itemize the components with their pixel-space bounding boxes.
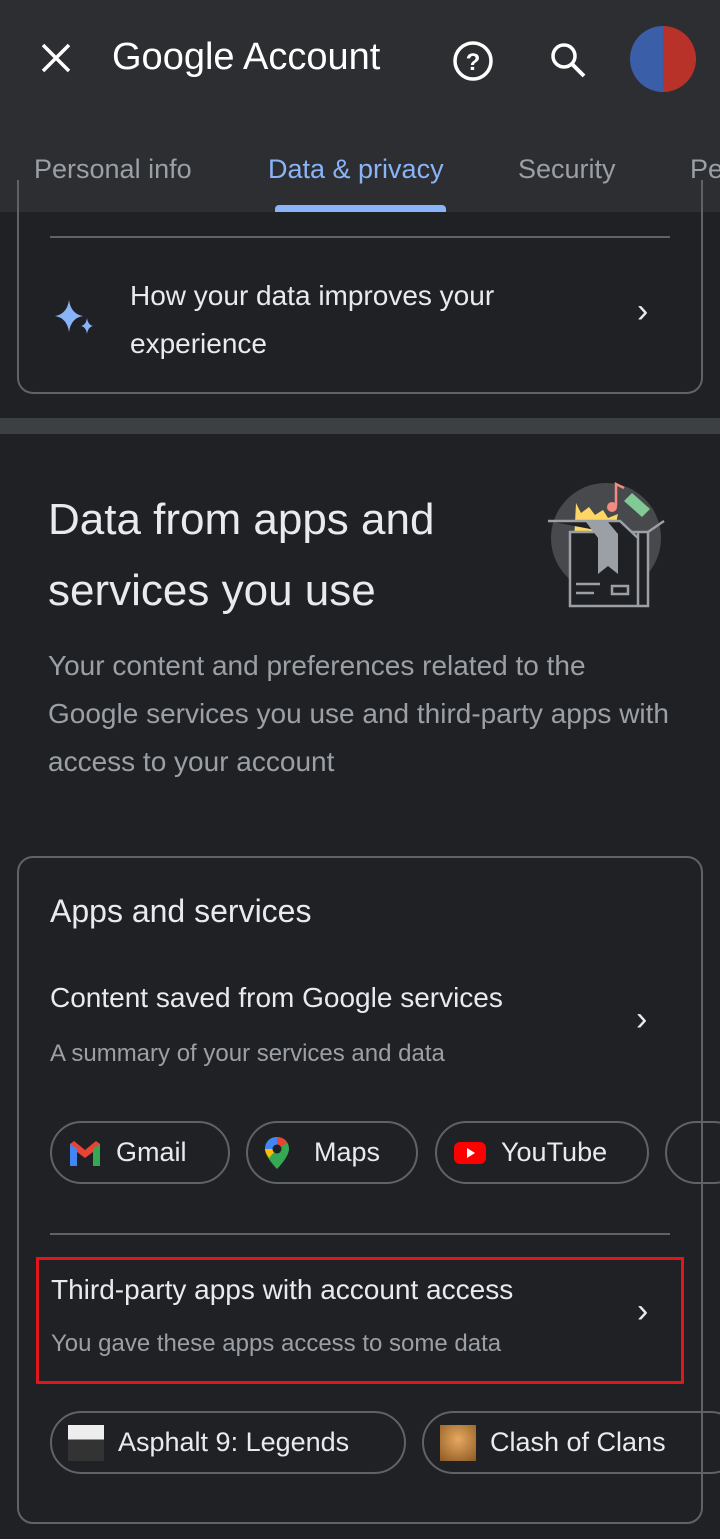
chip-gmail[interactable]: Gmail bbox=[50, 1121, 230, 1184]
chevron-right-icon: › bbox=[636, 1000, 648, 1038]
section-description: Your content and preferences related to … bbox=[48, 650, 669, 777]
youtube-icon bbox=[454, 1141, 486, 1164]
content-saved-item[interactable]: Content saved from Google services A sum… bbox=[36, 970, 684, 1080]
sparkle-icon bbox=[53, 296, 97, 341]
content-saved-subtitle: A summary of your services and data bbox=[50, 1040, 445, 1067]
gmail-icon bbox=[70, 1140, 100, 1166]
third-party-subtitle: You gave these apps access to some data bbox=[51, 1330, 502, 1357]
search-icon[interactable] bbox=[548, 40, 588, 85]
third-party-title: Third-party apps with account access bbox=[51, 1274, 514, 1305]
maps-pin-icon bbox=[265, 1136, 289, 1169]
chip-label: Gmail bbox=[116, 1137, 187, 1167]
avatar[interactable] bbox=[630, 26, 696, 92]
third-party-apps-item[interactable]: Third-party apps with account access You… bbox=[36, 1257, 684, 1384]
chip-label: Clash of Clans bbox=[490, 1427, 666, 1457]
divider bbox=[50, 1233, 670, 1235]
chip-maps[interactable]: Maps bbox=[246, 1121, 418, 1184]
svg-text:?: ? bbox=[466, 49, 481, 76]
help-icon[interactable]: ? bbox=[452, 40, 494, 87]
clash-of-clans-app-icon bbox=[440, 1424, 476, 1461]
section-title: Data from apps and services you use bbox=[48, 495, 435, 615]
item-label: How your data improves your experience bbox=[130, 280, 495, 359]
chip-label: YouTube bbox=[501, 1137, 608, 1167]
chip-youtube[interactable]: YouTube bbox=[435, 1121, 649, 1184]
chip-clash-of-clans[interactable]: Clash of Clans bbox=[422, 1411, 720, 1474]
how-data-improves-item[interactable]: How your data improves your experience › bbox=[19, 260, 701, 370]
chip-more[interactable] bbox=[665, 1121, 720, 1184]
chevron-right-icon: › bbox=[637, 1292, 649, 1330]
asphalt-app-icon bbox=[68, 1424, 104, 1461]
content-saved-title: Content saved from Google services bbox=[50, 982, 503, 1013]
divider bbox=[50, 236, 670, 238]
chip-label: Maps bbox=[314, 1137, 381, 1167]
app-title: Google Account bbox=[112, 36, 381, 78]
chip-asphalt[interactable]: Asphalt 9: Legends bbox=[50, 1411, 406, 1474]
chevron-right-icon: › bbox=[637, 292, 649, 330]
close-icon[interactable] bbox=[40, 42, 72, 74]
chip-label: Asphalt 9: Legends bbox=[118, 1427, 350, 1457]
card-heading: Apps and services bbox=[50, 893, 312, 929]
box-illustration bbox=[546, 478, 670, 617]
section-separator bbox=[0, 418, 720, 434]
